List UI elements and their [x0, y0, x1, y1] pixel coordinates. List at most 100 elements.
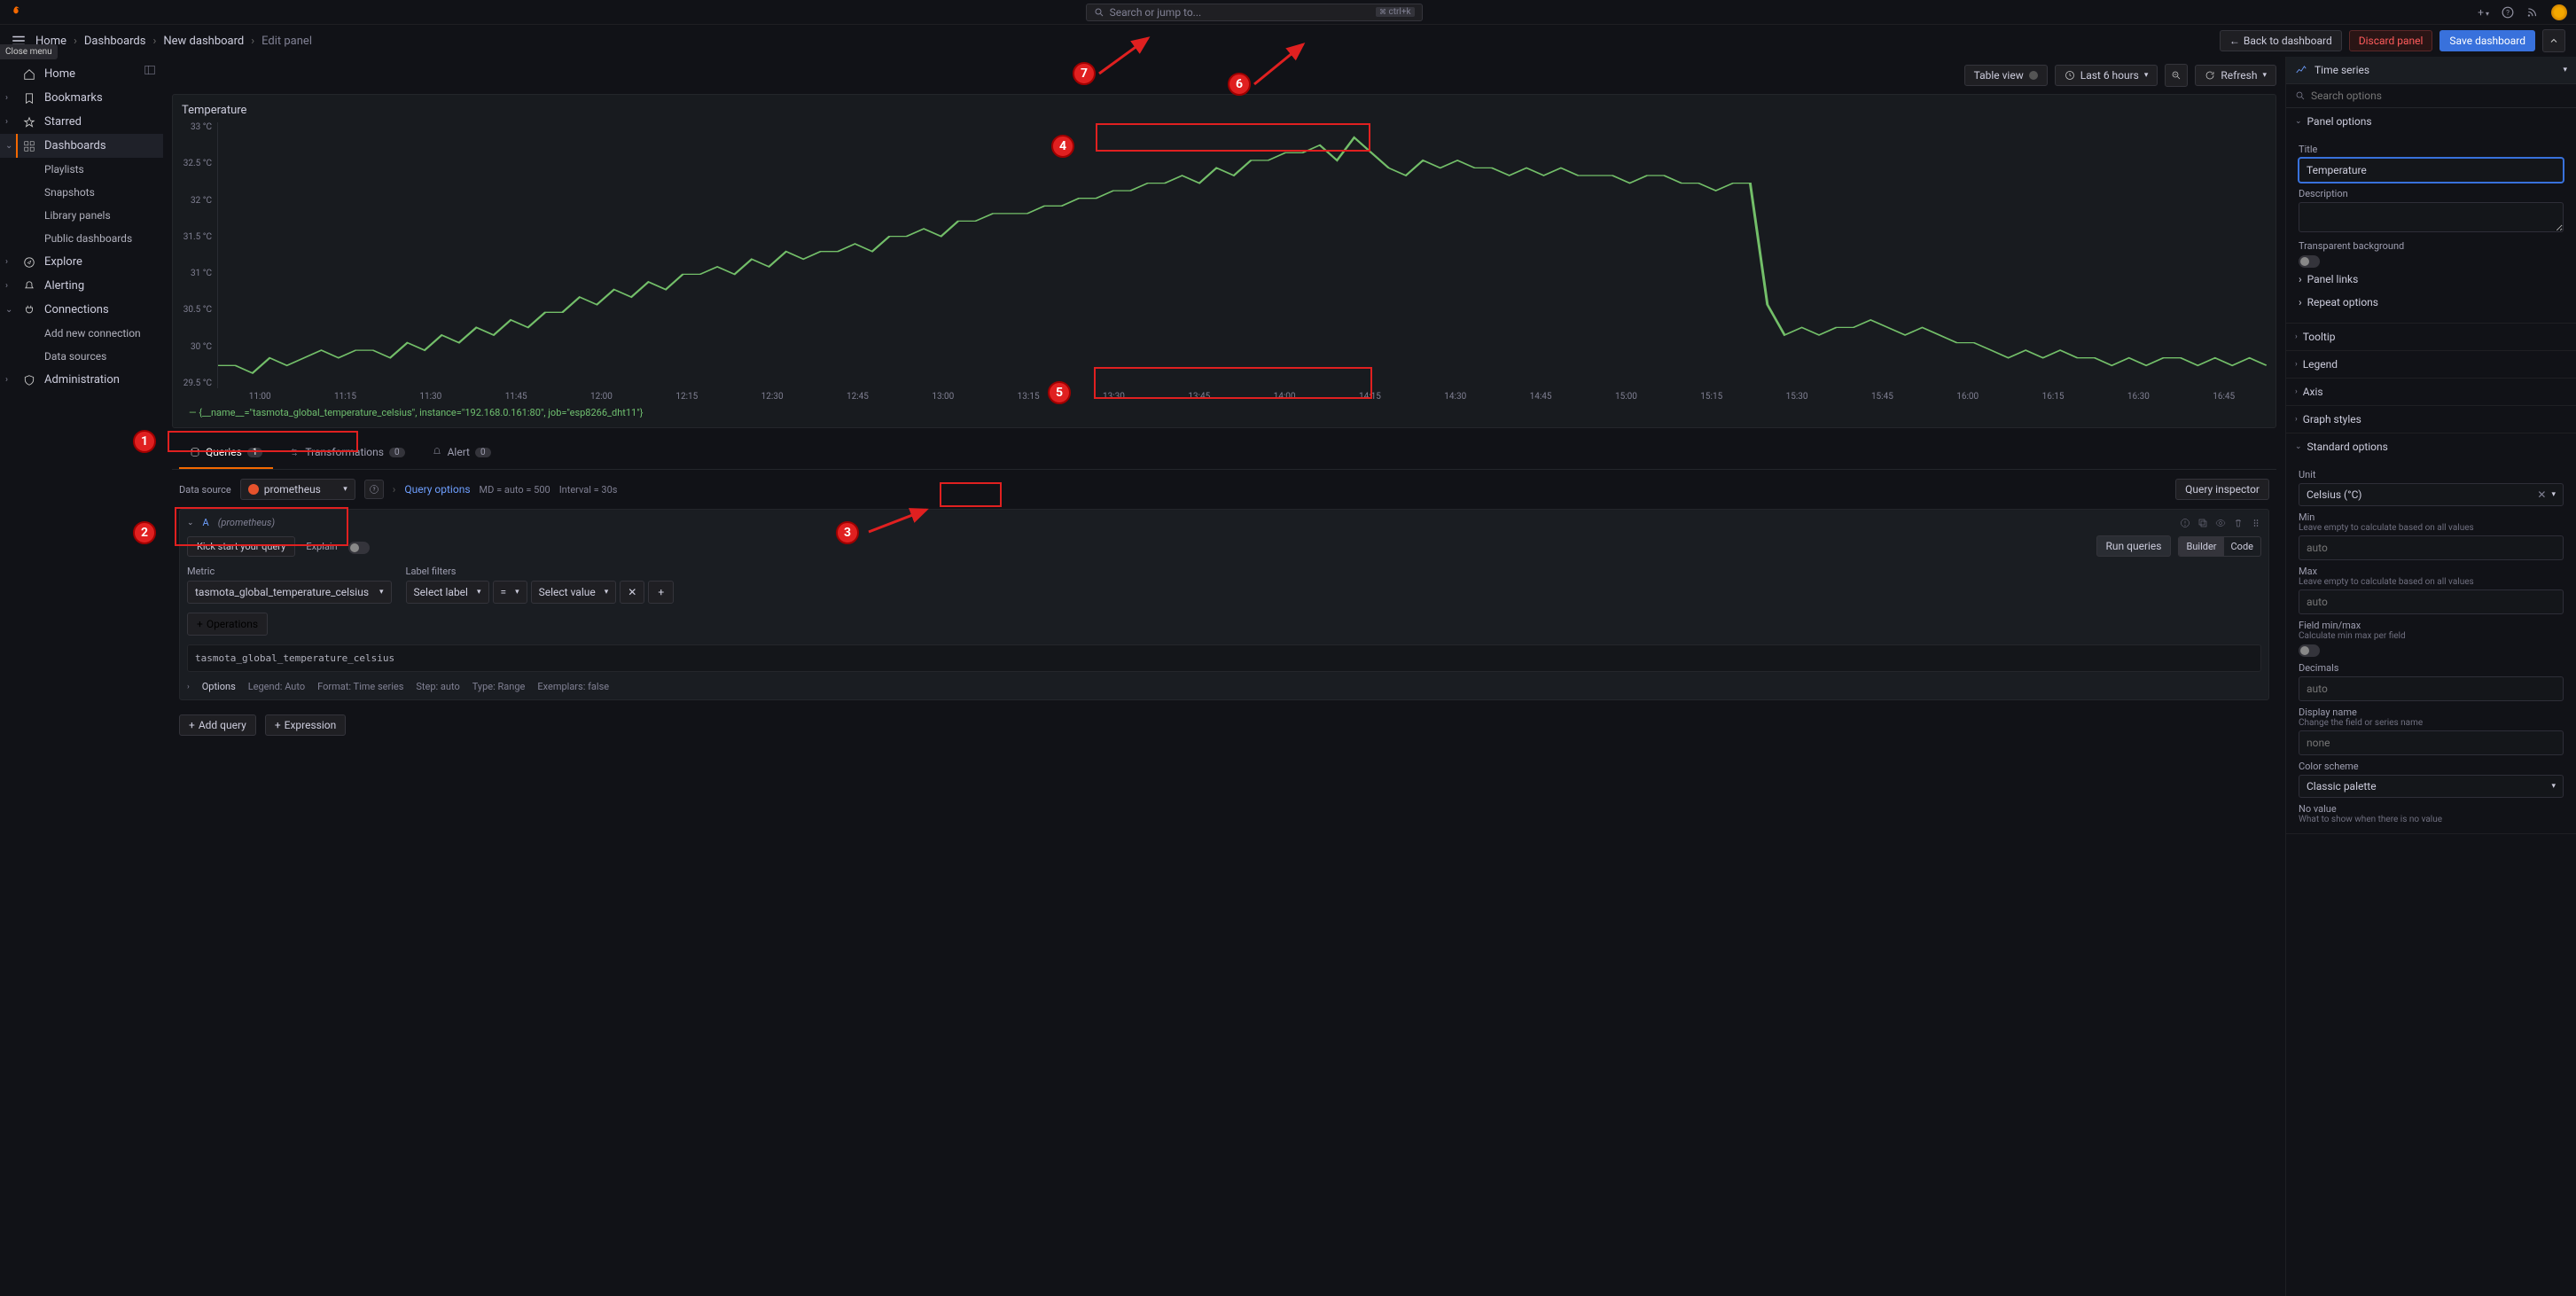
sidebar-item-playlists[interactable]: Playlists	[0, 158, 163, 181]
transparent-toggle[interactable]	[2299, 255, 2320, 268]
timeseries-icon	[2295, 64, 2307, 76]
sidebar-item-starred[interactable]: › Starred	[0, 110, 163, 134]
svg-text:?: ?	[372, 487, 375, 493]
run-queries-button[interactable]: Run queries	[2096, 535, 2172, 557]
dispname-label: Display name	[2299, 707, 2564, 718]
colorscheme-select[interactable]: Classic palette▾	[2299, 775, 2564, 798]
news-icon[interactable]	[2526, 6, 2539, 19]
opt-format: Format: Time series	[317, 681, 403, 692]
add-query-button[interactable]: + Add query	[179, 714, 256, 736]
title-label: Title	[2299, 144, 2564, 155]
section-graphstyles[interactable]: ›Graph styles	[2286, 406, 2576, 433]
opt-legend: Legend: Auto	[248, 681, 305, 692]
colorscheme-label: Color scheme	[2299, 761, 2564, 772]
explain-toggle[interactable]	[348, 542, 370, 554]
panel-links-toggle[interactable]: ›Panel links	[2299, 268, 2564, 291]
tab-transform[interactable]: Transformations0	[278, 437, 415, 469]
query-delete-icon[interactable]	[2233, 518, 2244, 528]
section-axis[interactable]: ›Axis	[2286, 379, 2576, 405]
datasource-select[interactable]: prometheus ▾	[240, 479, 355, 500]
sidebar-item-bookmarks[interactable]: › Bookmarks	[0, 86, 163, 110]
sidebar-item-addconn[interactable]: Add new connection	[0, 322, 163, 345]
sidebar-item-library[interactable]: Library panels	[0, 204, 163, 227]
decimals-input[interactable]	[2299, 676, 2564, 701]
table-view-toggle[interactable]: Table view	[1964, 65, 2048, 86]
time-range-picker[interactable]: Last 6 hours▾	[2055, 65, 2158, 86]
query-inspector-button[interactable]: Query inspector	[2175, 479, 2269, 500]
fieldminmax-hint: Calculate min max per field	[2299, 631, 2564, 641]
min-input[interactable]	[2299, 535, 2564, 560]
sidebar-item-snapshots[interactable]: Snapshots	[0, 181, 163, 204]
fieldminmax-label: Field min/max	[2299, 620, 2564, 631]
tab-queries[interactable]: Queries1	[179, 437, 273, 469]
section-standard[interactable]: ⌄Standard options	[2286, 433, 2576, 460]
sidebar-item-explore[interactable]: › Explore	[0, 250, 163, 274]
crumb-dashboards[interactable]: Dashboards	[84, 35, 146, 48]
search-kbd: ⌘ ctrl+k	[1376, 7, 1415, 17]
add-icon[interactable]: +▾	[2478, 6, 2489, 19]
label-select[interactable]: Select label▾	[406, 581, 489, 604]
fieldminmax-toggle[interactable]	[2299, 644, 2320, 657]
chart-plot[interactable]	[217, 122, 2267, 388]
options-search-input[interactable]	[2311, 90, 2567, 102]
metric-select[interactable]: tasmota_global_temperature_celsius▾	[187, 581, 392, 604]
options-toggle[interactable]: Options	[202, 681, 236, 692]
save-button[interactable]: Save dashboard	[2439, 30, 2535, 51]
remove-filter-icon[interactable]: ✕	[620, 581, 644, 604]
search-icon	[1094, 7, 1105, 18]
sidebar-item-dashboards[interactable]: ⌄ Dashboards	[0, 134, 163, 158]
tab-alert[interactable]: Alert0	[421, 437, 502, 469]
sidebar-item-datasources[interactable]: Data sources	[0, 345, 163, 368]
section-panel-options[interactable]: ⌄Panel options	[2286, 108, 2576, 135]
kickstart-button[interactable]: Kick start your query	[187, 536, 295, 557]
repeat-toggle[interactable]: ›Repeat options	[2299, 291, 2564, 314]
dashboards-icon	[23, 140, 35, 152]
title-input[interactable]	[2299, 158, 2564, 183]
dispname-hint: Change the field or series name	[2299, 718, 2564, 728]
back-button[interactable]: ← Back to dashboard	[2220, 30, 2342, 51]
section-tooltip[interactable]: ›Tooltip	[2286, 324, 2576, 350]
query-options-link[interactable]: Query options	[404, 483, 470, 496]
sidebar-item-public[interactable]: Public dashboards	[0, 227, 163, 250]
discard-button[interactable]: Discard panel	[2349, 30, 2433, 51]
section-legend[interactable]: ›Legend	[2286, 351, 2576, 378]
refresh-button[interactable]: Refresh▾	[2195, 65, 2276, 86]
sidebar-item-alerting[interactable]: › Alerting	[0, 274, 163, 298]
value-select[interactable]: Select value▾	[531, 581, 617, 604]
sidebar-item-connections[interactable]: ⌄ Connections	[0, 298, 163, 322]
query-duplicate-icon[interactable]	[2197, 518, 2208, 528]
clear-unit-icon[interactable]: ✕	[2537, 488, 2546, 501]
bookmark-icon	[23, 92, 35, 105]
desc-input[interactable]	[2299, 202, 2564, 232]
unit-select[interactable]: Celsius (°C)✕▾	[2299, 483, 2564, 506]
x-axis: 11:0011:1511:3011:4512:0012:1512:3012:45…	[217, 388, 2267, 402]
clock-icon	[2065, 70, 2075, 81]
query-toggle-icon[interactable]	[2215, 518, 2226, 528]
dispname-input[interactable]	[2299, 730, 2564, 755]
grafana-logo-icon[interactable]	[9, 5, 23, 20]
help-icon[interactable]: ?	[2502, 6, 2514, 19]
operator-select[interactable]: =▾	[493, 581, 527, 604]
max-input[interactable]	[2299, 589, 2564, 614]
sidebar-item-home[interactable]: Home	[0, 62, 163, 86]
chevron-up-icon[interactable]	[2542, 29, 2565, 52]
user-avatar[interactable]	[2551, 4, 2567, 20]
mode-toggle[interactable]: Builder Code	[2178, 536, 2261, 557]
crumb-newdash[interactable]: New dashboard	[163, 35, 244, 48]
global-search[interactable]: Search or jump to... ⌘ ctrl+k	[1086, 4, 1423, 21]
viz-picker[interactable]: Time series ▾	[2286, 57, 2576, 84]
zoom-out-icon[interactable]	[2165, 64, 2188, 87]
sidebar-item-admin[interactable]: › Administration	[0, 368, 163, 392]
expression-button[interactable]: + Expression	[265, 714, 346, 736]
ds-help-icon[interactable]: ?	[364, 480, 384, 499]
close-menu-hint: Close menu	[0, 44, 58, 59]
add-filter-icon[interactable]: +	[648, 581, 674, 604]
query-drag-icon[interactable]	[2251, 518, 2261, 528]
operations-button[interactable]: + Operations	[187, 613, 268, 636]
y-axis: 33 °C32.5 °C32 °C31.5 °C31 °C30.5 °C30 °…	[182, 122, 217, 388]
query-hint-icon[interactable]	[2180, 518, 2190, 528]
sidebar: Home › Bookmarks › Starred ⌄ Dashboards …	[0, 57, 163, 1296]
query-name[interactable]: A	[203, 517, 209, 528]
opt-type: Type: Range	[472, 681, 526, 692]
chart-legend[interactable]: — {__name__="tasmota_global_temperature_…	[189, 407, 2267, 418]
